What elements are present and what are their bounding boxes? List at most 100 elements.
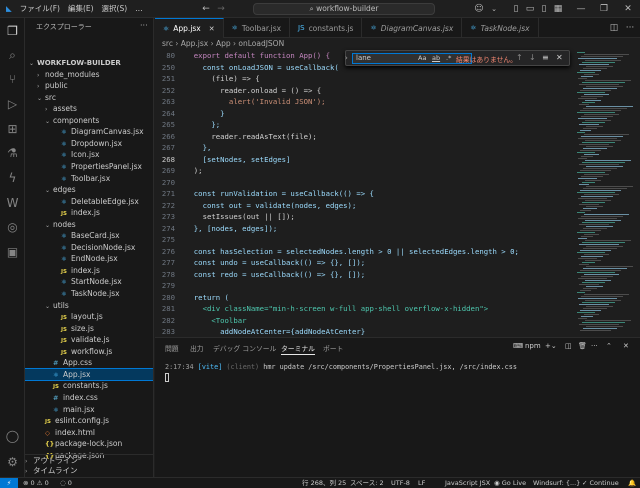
tree-file[interactable]: # App.css	[25, 357, 153, 369]
search-icon[interactable]: ⌕	[4, 47, 21, 64]
minimize-icon[interactable]: —	[575, 3, 587, 15]
windsurf-icon[interactable]: W	[4, 195, 21, 212]
testing-icon[interactable]: ⚗	[4, 145, 21, 162]
run-debug-icon[interactable]: ▷	[4, 96, 21, 113]
explorer-icon[interactable]: ❐	[4, 23, 21, 40]
tree-folder[interactable]: › assets	[25, 103, 153, 115]
tree-file[interactable]: JS index.js	[25, 207, 153, 219]
problems-indicator[interactable]: ⊗ 0 ⚠ 0	[23, 478, 49, 488]
tree-file[interactable]: JS index.js	[25, 265, 153, 277]
panel-tab[interactable]: 問題	[165, 343, 179, 353]
code-line[interactable]: 267 },	[155, 142, 575, 154]
tree-file[interactable]: # index.css	[25, 392, 153, 404]
tree-file[interactable]: ⚛ Dropdown.jsx	[25, 138, 153, 150]
close-find-icon[interactable]: ✕	[556, 53, 563, 62]
tree-folder[interactable]: › node_modules	[25, 69, 153, 81]
copilot-icon[interactable]: ☺	[473, 3, 485, 15]
code-line[interactable]: 252 reader.onload = () => {	[155, 85, 575, 97]
editor-tab[interactable]: ⚛ TaskNode.jsx	[462, 18, 539, 38]
toggle-secondary-sidebar-icon[interactable]: ▯	[538, 3, 550, 15]
code-line[interactable]: 279	[155, 280, 575, 292]
panel-tab[interactable]: デバッグ コンソール	[213, 343, 276, 353]
tree-file[interactable]: ⚛ TaskNode.jsx	[25, 288, 153, 300]
command-center[interactable]: ⌕ workflow-builder	[253, 3, 435, 15]
tree-folder[interactable]: ⌄ nodes	[25, 219, 153, 231]
editor-more-icon[interactable]: ···	[624, 22, 636, 34]
toggle-replace-icon[interactable]: ›	[345, 54, 348, 62]
panel-tab[interactable]: ポート	[323, 343, 343, 353]
editor-tab[interactable]: ⚛ Toolbar.jsx	[224, 18, 291, 38]
match-case-toggle[interactable]: Aa	[418, 54, 426, 62]
menu-edit[interactable]: 編集(E)	[64, 0, 98, 18]
code-line[interactable]: 277 const undo = useCallback(() => {}, […	[155, 257, 575, 269]
tree-file[interactable]: ⚛ BaseCard.jsx	[25, 230, 153, 242]
code-line[interactable]: 275	[155, 234, 575, 246]
maximize-panel-icon[interactable]: ⌃	[606, 342, 612, 350]
code-line[interactable]: 272 const out = validate(nodes, edges);	[155, 200, 575, 212]
extensions-icon[interactable]: ⊞	[4, 121, 21, 138]
forward-arrow-icon[interactable]: →	[215, 3, 227, 15]
remote-icon[interactable]: ⚡	[0, 478, 18, 488]
code-line[interactable]: 273 setIssues(out || []);	[155, 211, 575, 223]
tree-file[interactable]: JS workflow.js	[25, 346, 153, 358]
terminal-output[interactable]: 2:17:34 [vite] (client) hmr update /src/…	[165, 363, 517, 371]
tree-file[interactable]: ⚛ Toolbar.jsx	[25, 173, 153, 185]
tree-file[interactable]: JS layout.js	[25, 311, 153, 323]
close-panel-icon[interactable]: ✕	[623, 342, 629, 350]
menu-selection[interactable]: 選択(S)	[98, 0, 132, 18]
end-of-line[interactable]: LF	[418, 478, 425, 488]
tree-folder[interactable]: ⌄ utils	[25, 300, 153, 312]
menu-more[interactable]: …	[131, 0, 147, 18]
panel-more-icon[interactable]: ···	[591, 342, 598, 350]
tree-file[interactable]: ⚛ StartNode.jsx	[25, 276, 153, 288]
kill-terminal-icon[interactable]: 🗑	[578, 342, 587, 350]
encoding[interactable]: UTF-8	[391, 478, 410, 488]
go-live[interactable]: ◉ Go Live	[494, 478, 526, 488]
tree-file[interactable]: ⚛ DecisionNode.jsx	[25, 242, 153, 254]
windsurf-status[interactable]: Windsurf: {...}	[533, 478, 580, 488]
toggle-sidebar-icon[interactable]: ▯	[510, 3, 522, 15]
tree-file[interactable]: ⚛ DiagramCanvas.jsx	[25, 126, 153, 138]
tree-file[interactable]: ⚛ App.jsx	[25, 367, 153, 382]
tree-folder[interactable]: ⌄ src	[25, 92, 153, 104]
editor-tab[interactable]: JS constants.js	[290, 18, 363, 38]
panel-tab[interactable]: ターミナル	[281, 343, 315, 355]
customize-layout-icon[interactable]: ▦	[552, 3, 564, 15]
tree-file[interactable]: {}package-lock.json	[25, 438, 153, 450]
more-actions-icon[interactable]: ···	[140, 21, 148, 30]
editor-tab[interactable]: ⚛ App.jsx ✕	[155, 18, 224, 38]
tree-file[interactable]: ⚛ DeletableEdge.jsx	[25, 196, 153, 208]
previous-match-icon[interactable]: ↑	[516, 53, 523, 62]
source-control-icon[interactable]: ⑂	[4, 71, 21, 88]
tree-folder[interactable]: ⌄ components	[25, 115, 153, 127]
code-line[interactable]: 278 const redo = useCallback(() => {}, […	[155, 269, 575, 281]
code-editor[interactable]: 80 export default function App() {250 co…	[155, 50, 575, 336]
tree-folder[interactable]: › public	[25, 80, 153, 92]
code-line[interactable]: 271 const runValidation = useCallback(()…	[155, 188, 575, 200]
regex-toggle[interactable]: .*	[446, 54, 451, 62]
close-tab-icon[interactable]: ✕	[209, 25, 215, 33]
tree-file[interactable]: JS constants.js	[25, 380, 153, 392]
notifications-bell-icon[interactable]: 🔔	[628, 478, 636, 488]
tree-file[interactable]: ◇ index.html	[25, 427, 153, 439]
code-line[interactable]: 266 reader.readAsText(file);	[155, 131, 575, 143]
remote-explorer-icon[interactable]: ϟ	[4, 170, 21, 187]
continue-status[interactable]: ✓ Continue	[582, 478, 619, 488]
split-editor-icon[interactable]: ◫	[608, 22, 620, 34]
new-terminal-icon[interactable]: +⌄	[545, 342, 557, 350]
tree-file[interactable]: ⚛ main.jsx	[25, 404, 153, 416]
code-line[interactable]: 268 [setNodes, setEdges]	[155, 154, 575, 166]
tree-file[interactable]: JS eslint.config.js	[25, 415, 153, 427]
outline-section[interactable]: › アウトライン	[25, 454, 153, 466]
code-line[interactable]: 281 <div className="min-h-screen w-full …	[155, 303, 575, 315]
whole-word-toggle[interactable]: ab	[432, 54, 440, 62]
continue-icon[interactable]: ◎	[4, 219, 21, 236]
tree-file[interactable]: ⚛ PropertiesPanel.jsx	[25, 161, 153, 173]
toggle-panel-icon[interactable]: ▭	[524, 3, 536, 15]
close-window-icon[interactable]: ✕	[622, 3, 634, 15]
indentation[interactable]: スペース: 2	[350, 478, 384, 488]
code-line[interactable]: 263 alert('Invalid JSON');	[155, 96, 575, 108]
copilot-menu-icon[interactable]: ⌄	[488, 3, 500, 15]
code-line[interactable]: 265 };	[155, 119, 575, 131]
code-line[interactable]: 280 return (	[155, 292, 575, 304]
